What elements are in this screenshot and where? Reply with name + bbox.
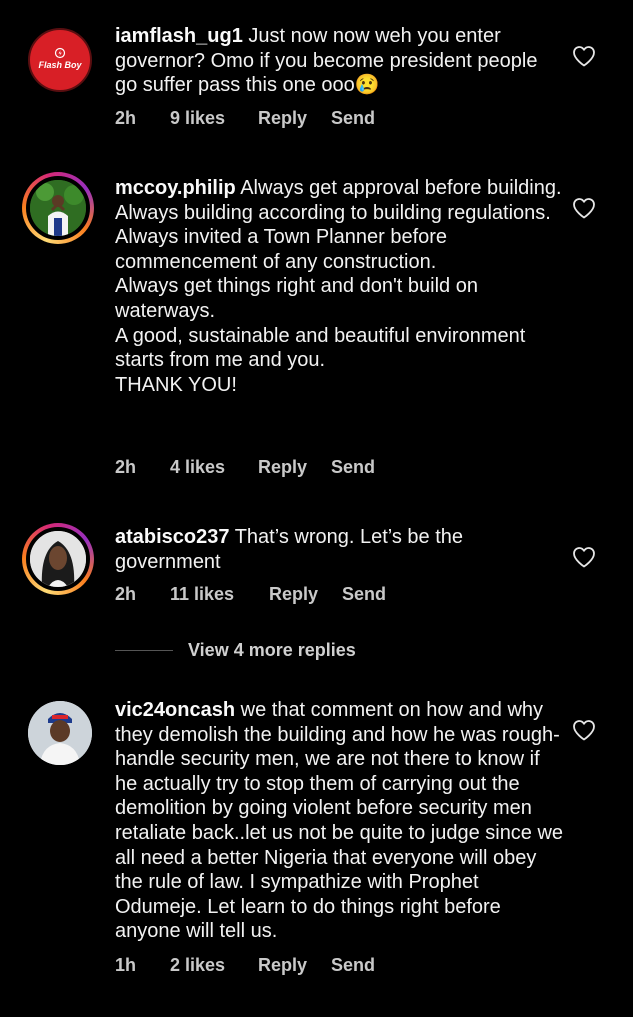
comment-text: vic24oncash we that comment on how and w… <box>115 698 565 944</box>
comment-username[interactable]: iamflash_ug1 <box>115 25 243 47</box>
heart-outline-icon[interactable] <box>572 45 596 67</box>
comment-time: 1h <box>115 955 137 975</box>
avatar[interactable] <box>22 523 94 595</box>
reply-button[interactable]: Reply <box>258 955 307 976</box>
comment-text: iamflash_ug1 Just now now weh you enter … <box>115 24 565 98</box>
comment-username[interactable]: vic24oncash <box>115 699 235 721</box>
heart-outline-icon[interactable] <box>572 719 596 741</box>
comment-time: 2h <box>115 108 137 128</box>
comment-time: 2h <box>115 457 137 477</box>
avatar-photo <box>26 527 90 591</box>
comment-username[interactable]: atabisco237 <box>115 526 230 548</box>
person-photo-icon <box>30 531 86 587</box>
reply-button[interactable]: Reply <box>269 584 318 605</box>
comment-username[interactable]: mccoy.philip <box>115 177 236 199</box>
view-more-replies-label[interactable]: View 4 more replies <box>188 640 356 661</box>
person-photo-icon <box>30 180 86 236</box>
reply-button[interactable]: Reply <box>258 108 307 129</box>
send-button[interactable]: Send <box>331 955 375 976</box>
comment-text: atabisco237 That’s wrong. Let’s be the g… <box>115 525 565 574</box>
svg-text:Flash Boy: Flash Boy <box>38 60 82 70</box>
comment-text: mccoy.philip Always get approval before … <box>115 176 565 397</box>
comment-likes[interactable]: 9 likes <box>170 108 225 129</box>
divider-line <box>115 650 173 651</box>
comment-body: we that comment on how and why they demo… <box>115 699 569 943</box>
comment-likes[interactable]: 4 likes <box>170 457 225 478</box>
send-button[interactable]: Send <box>342 584 386 605</box>
avatar[interactable]: Flash Boy <box>28 28 92 92</box>
person-photo-icon <box>28 701 92 765</box>
send-button[interactable]: Send <box>331 457 375 478</box>
comment-likes[interactable]: 11 likes <box>170 584 234 605</box>
comment-time: 2h <box>115 584 137 604</box>
comment-body: Always get approval before building. Alw… <box>115 177 562 396</box>
heart-outline-icon[interactable] <box>572 197 596 219</box>
flash-boy-logo: Flash Boy <box>31 31 89 89</box>
comment-likes[interactable]: 2 likes <box>170 955 225 976</box>
reply-button[interactable]: Reply <box>258 457 307 478</box>
avatar[interactable] <box>22 172 94 244</box>
send-button[interactable]: Send <box>331 108 375 129</box>
avatar[interactable] <box>28 701 92 765</box>
heart-outline-icon[interactable] <box>572 546 596 568</box>
avatar-photo <box>26 176 90 240</box>
